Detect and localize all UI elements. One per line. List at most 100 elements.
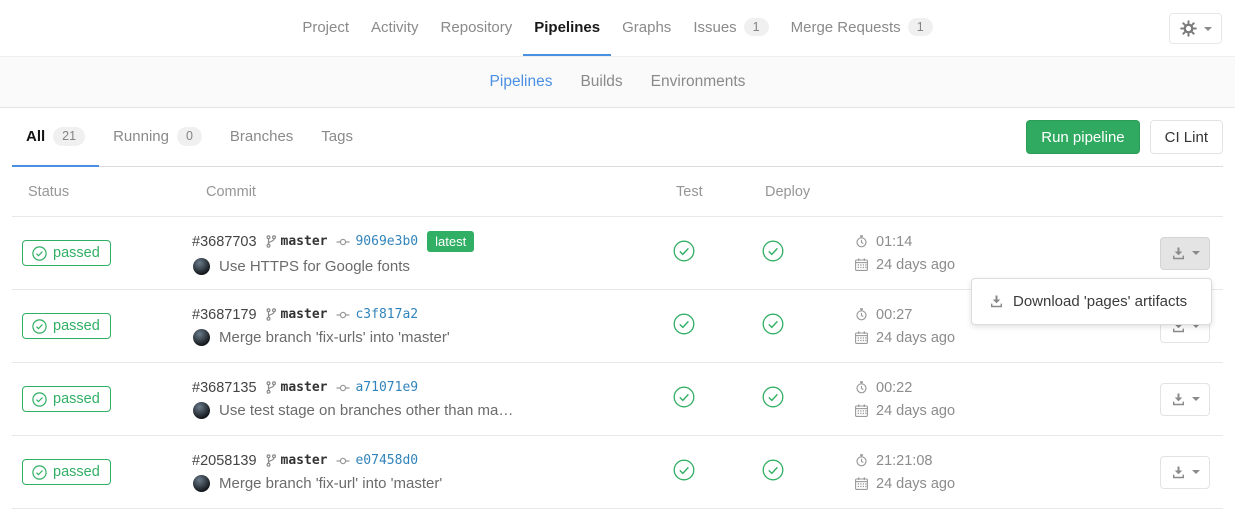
sub-nav-item[interactable]: Pipelines	[476, 73, 567, 91]
ci-lint-button[interactable]: CI Lint	[1150, 120, 1223, 154]
top-nav-item[interactable]: Merge Requests 1	[780, 0, 944, 56]
status-badge[interactable]: passed	[22, 386, 111, 412]
status-badge[interactable]: passed	[22, 313, 111, 339]
stage-passed-icon	[762, 313, 784, 335]
stage-test-status[interactable]	[673, 386, 695, 408]
author-avatar[interactable]	[193, 329, 210, 346]
stage-test-cell	[662, 313, 751, 340]
top-nav-item[interactable]: Activity	[360, 0, 430, 56]
tab-label: All	[26, 128, 45, 145]
gear-icon	[1180, 20, 1197, 37]
top-nav-item[interactable]: Project	[291, 0, 360, 56]
status-cell: passed	[12, 313, 192, 339]
status-badge[interactable]: passed	[22, 459, 111, 485]
chevron-down-icon	[1192, 251, 1200, 255]
commit-title-link[interactable]: Merge branch 'fix-urls' into 'master'	[219, 329, 450, 346]
top-nav-item[interactable]: Repository	[430, 0, 524, 56]
duration-line: 01:14	[855, 234, 998, 250]
status-badge[interactable]: passed	[22, 240, 111, 266]
pipeline-filter-tab[interactable]: Tags	[307, 108, 367, 167]
check-circle-icon	[32, 392, 47, 407]
pipelines-page: Project Activity Repository Pipelines Gr…	[0, 0, 1235, 509]
age-line: 24 days ago	[855, 476, 998, 492]
duration-value: 01:14	[876, 234, 912, 250]
commit-sha-wrap: a71071e9	[336, 380, 418, 395]
artifacts-button[interactable]	[1160, 237, 1210, 270]
git-branch-icon	[266, 381, 276, 394]
check-circle-icon	[32, 465, 47, 480]
commit-title-link[interactable]: Merge branch 'fix-url' into 'master'	[219, 475, 442, 492]
commit-sha-link[interactable]: 9069e3b0	[355, 234, 418, 249]
pipeline-id-link[interactable]: #3687179	[192, 307, 257, 323]
artifacts-dropdown-menu: Download 'pages' artifacts	[971, 278, 1212, 325]
stage-test-status[interactable]	[673, 313, 695, 335]
dropdown-item-label: Download 'pages' artifacts	[1013, 293, 1187, 310]
branch-link[interactable]: master	[266, 453, 328, 468]
top-nav-item[interactable]: Issues 1	[682, 0, 779, 56]
author-avatar[interactable]	[193, 402, 210, 419]
commit-title-link[interactable]: Use test stage on branches other than ma…	[219, 402, 513, 419]
pipeline-filter-tab[interactable]: All 21	[12, 108, 99, 167]
pipeline-row: passed #2058139 master	[12, 436, 1223, 509]
branch-link[interactable]: master	[266, 234, 328, 249]
commit-sha-link[interactable]: a71071e9	[355, 380, 418, 395]
commit-meta: #3687179 master c3f817a2	[192, 307, 662, 323]
branch-name: master	[281, 453, 328, 468]
commit-title-line: Merge branch 'fix-urls' into 'master'	[192, 329, 662, 346]
sub-nav-item[interactable]: Environments	[637, 73, 760, 91]
duration-value: 00:22	[876, 380, 912, 396]
sub-nav-list: Pipelines Builds Environments	[476, 73, 760, 91]
stage-deploy-status[interactable]	[762, 386, 784, 408]
actions-cell	[998, 237, 1223, 270]
commit-sha-link[interactable]: c3f817a2	[355, 307, 418, 322]
stage-deploy-status[interactable]	[762, 240, 784, 262]
pipeline-filter-tab[interactable]: Branches	[216, 108, 307, 167]
stage-deploy-cell	[751, 386, 841, 413]
stage-deploy-status[interactable]	[762, 313, 784, 335]
stage-test-status[interactable]	[673, 459, 695, 481]
commit-title-link[interactable]: Use HTTPS for Google fonts	[219, 258, 410, 275]
time-cell: 01:14 24 days ago	[841, 234, 998, 273]
age-value: 24 days ago	[876, 257, 955, 273]
pipeline-id-link[interactable]: #3687703	[192, 234, 257, 250]
run-pipeline-button[interactable]: Run pipeline	[1026, 120, 1139, 154]
pipeline-id-link[interactable]: #3687135	[192, 380, 257, 396]
artifacts-button[interactable]	[1160, 383, 1210, 416]
author-avatar[interactable]	[193, 475, 210, 492]
top-nav-item[interactable]: Graphs	[611, 0, 682, 56]
stage-passed-icon	[762, 240, 784, 262]
stage-deploy-status[interactable]	[762, 459, 784, 481]
settings-dropdown-button[interactable]	[1169, 13, 1222, 44]
stage-test-cell	[662, 240, 751, 267]
download-icon	[1171, 392, 1186, 407]
commit-cell: #3687135 master a71071e9	[192, 380, 662, 419]
stage-test-status[interactable]	[673, 240, 695, 262]
actions-cell	[998, 383, 1223, 416]
duration-line: 21:21:08	[855, 453, 998, 469]
commit-sha-link[interactable]: e07458d0	[355, 453, 418, 468]
stage-passed-icon	[762, 386, 784, 408]
download-icon	[1171, 465, 1186, 480]
pipelines-toolbar: All 21 Running 0 Branches Tags Run pipel…	[12, 108, 1223, 167]
top-nav-item-label: Repository	[441, 19, 513, 36]
sub-nav-item[interactable]: Builds	[566, 73, 636, 91]
sub-nav-item-label: Environments	[651, 73, 746, 90]
stopwatch-icon	[855, 308, 868, 321]
download-pages-artifacts-item[interactable]: Download 'pages' artifacts	[972, 287, 1211, 316]
stage-test-cell	[662, 386, 751, 413]
branch-name: master	[281, 234, 328, 249]
git-branch-icon	[266, 235, 276, 248]
stage-deploy-cell	[751, 459, 841, 486]
top-nav-item[interactable]: Pipelines	[523, 0, 611, 56]
pipeline-filter-tab[interactable]: Running 0	[99, 108, 216, 167]
branch-link[interactable]: master	[266, 380, 328, 395]
sub-nav-item-label: Pipelines	[490, 73, 553, 90]
author-avatar[interactable]	[193, 258, 210, 275]
artifacts-button[interactable]	[1160, 456, 1210, 489]
pipeline-id-link[interactable]: #2058139	[192, 453, 257, 469]
commit-meta: #3687703 master 9069e3b0	[192, 231, 662, 252]
commit-cell: #3687179 master c3f817a2	[192, 307, 662, 346]
branch-link[interactable]: master	[266, 307, 328, 322]
top-nav-item-label: Issues	[693, 19, 736, 36]
ci-sub-nav: Pipelines Builds Environments	[0, 56, 1235, 108]
